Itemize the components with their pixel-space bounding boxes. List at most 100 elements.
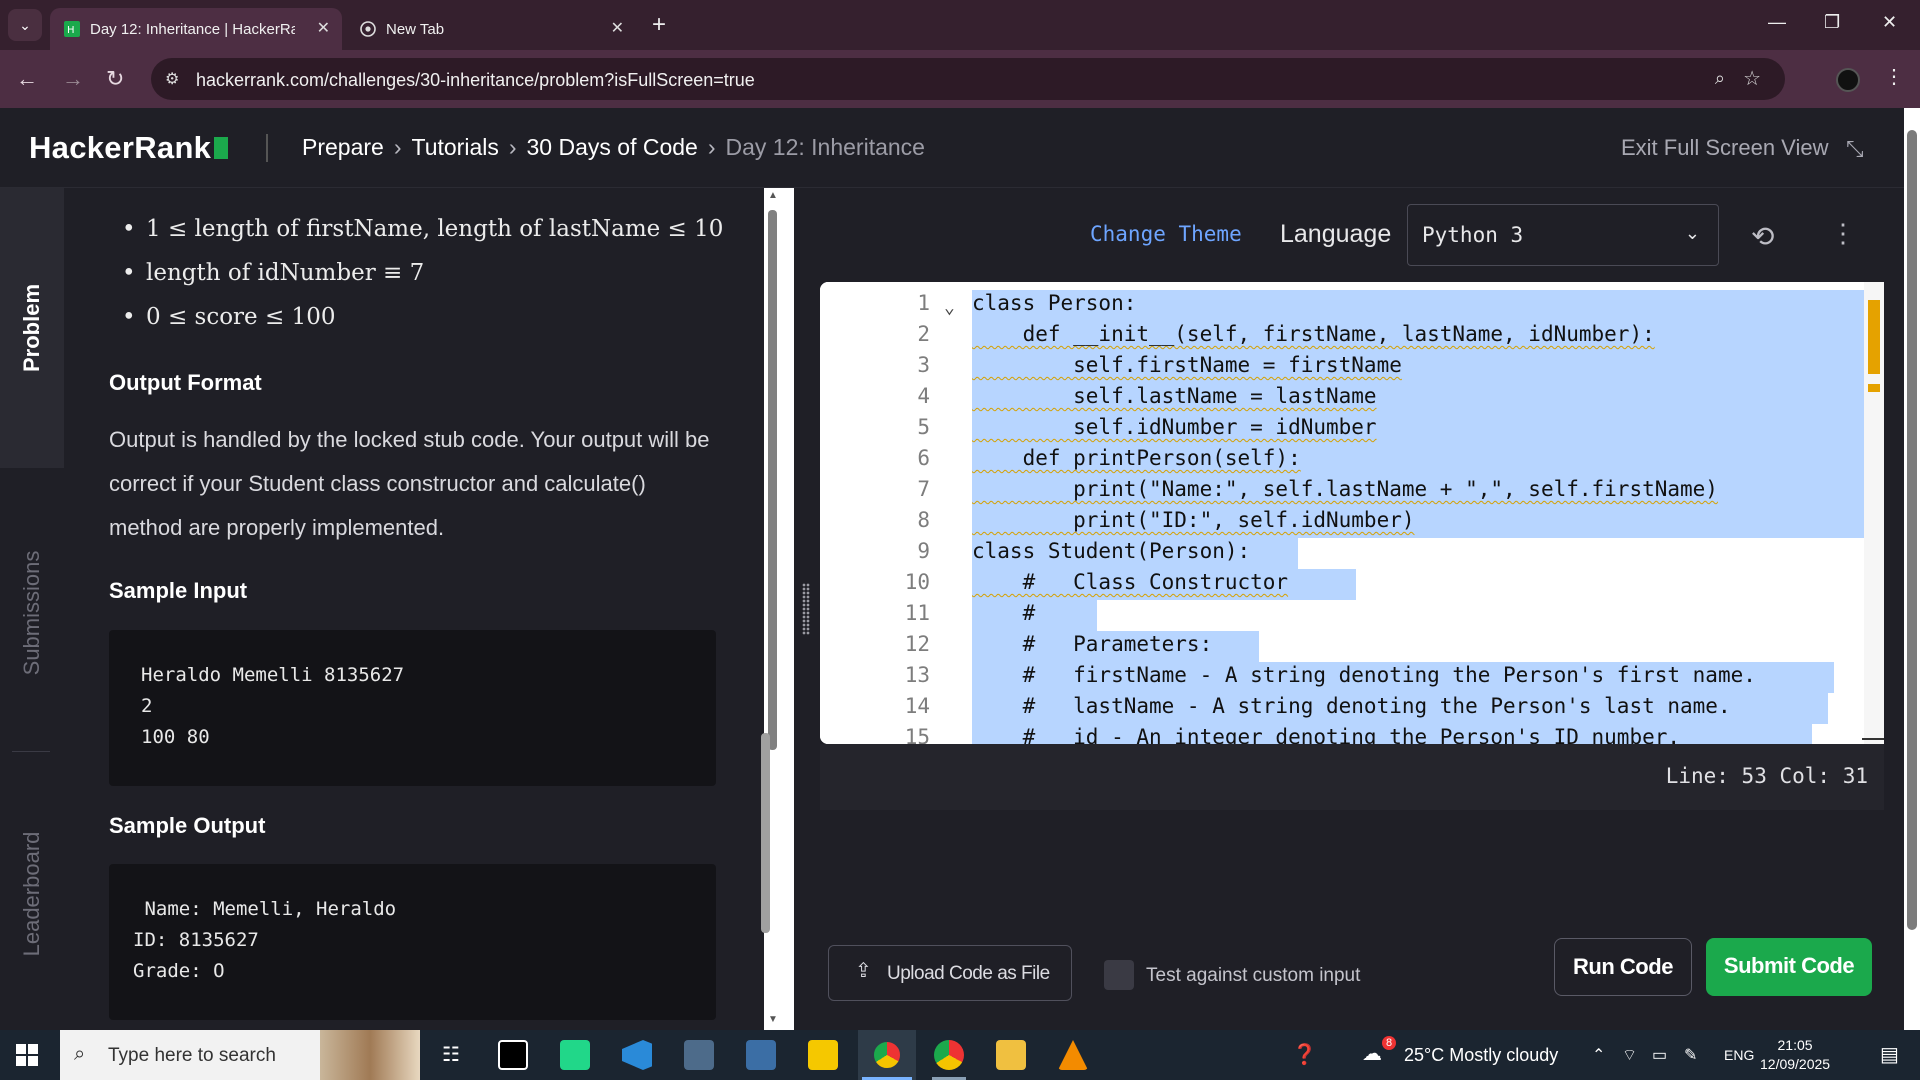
windows-start-icon[interactable]: [16, 1044, 38, 1066]
battery-icon[interactable]: ▭: [1652, 1045, 1667, 1065]
line-number: 9: [917, 539, 930, 563]
breadcrumb-30-days[interactable]: 30 Days of Code: [527, 134, 698, 160]
line-number: 10: [904, 570, 930, 594]
custom-input-checkbox[interactable]: [1104, 960, 1134, 990]
tab-submissions[interactable]: Submissions: [0, 468, 64, 758]
chevron-up-icon[interactable]: ⌃: [1592, 1045, 1605, 1065]
editor-menu-icon[interactable]: ⋮: [1830, 218, 1856, 249]
line-number: 3: [917, 353, 930, 377]
tab-search-button[interactable]: ⌄: [8, 9, 42, 41]
bookmark-star-icon[interactable]: ☆: [1743, 66, 1761, 91]
page-scrollbar[interactable]: [1904, 108, 1920, 1030]
code-line: 6 def printPerson(self):: [820, 443, 1884, 474]
browser-tab-new[interactable]: New Tab ✕: [346, 8, 636, 50]
collapse-icon[interactable]: ⤡: [1846, 136, 1864, 162]
taskbar-clock[interactable]: 21:05 12/09/2025: [1760, 1036, 1830, 1074]
sample-output-block: Name: Memelli, Heraldo ID: 8135627 Grade…: [109, 864, 716, 1020]
line-number: 2: [917, 322, 930, 346]
clock-date: 12/09/2025: [1760, 1056, 1831, 1072]
breadcrumb-current: Day 12: Inheritance: [725, 134, 925, 160]
tab-label: Problem: [19, 283, 44, 373]
close-tab-icon[interactable]: ✕: [611, 18, 624, 38]
editor-scrollbar[interactable]: [1864, 282, 1884, 744]
network-icon[interactable]: ⌔: [1622, 1045, 1637, 1065]
upload-code-button[interactable]: ⇪ Upload Code as File: [828, 945, 1072, 1001]
tab-label: Leaderboard: [19, 831, 44, 957]
language-indicator[interactable]: ENG: [1724, 1047, 1754, 1063]
restore-code-icon[interactable]: ⟲: [1751, 220, 1774, 253]
windows-taskbar: ⌕ Type here to search ☷ ❓ ☁ 8 25°C Mostl…: [0, 1030, 1920, 1080]
code-editor[interactable]: 1 ⌄ class Person: 2 def __init__(self, f…: [820, 282, 1884, 744]
task-view-icon[interactable]: ☷: [436, 1040, 466, 1070]
submit-label: Submit Code: [1723, 953, 1855, 978]
run-code-button[interactable]: Run Code: [1554, 938, 1692, 996]
line-number: 15: [904, 725, 930, 744]
intellij-icon[interactable]: [498, 1040, 528, 1070]
chrome-icon[interactable]: [934, 1040, 964, 1070]
taskbar-search[interactable]: ⌕ Type here to search: [60, 1030, 420, 1080]
code-text: # Parameters:: [972, 632, 1213, 656]
zoom-icon[interactable]: ⌕: [1715, 68, 1725, 89]
notifications-icon[interactable]: ▤: [1880, 1042, 1899, 1067]
hackerrank-logo[interactable]: HackerRank: [29, 130, 229, 166]
restore-window-icon[interactable]: ❐: [1824, 12, 1840, 33]
reload-icon[interactable]: ↻: [106, 66, 124, 92]
drag-handle-icon[interactable]: [802, 583, 810, 635]
address-bar[interactable]: ⚙ hackerrank.com/challenges/30-inheritan…: [151, 58, 1785, 100]
browser-toolbar: ← → ↻ ⚙ hackerrank.com/challenges/30-inh…: [0, 50, 1920, 108]
vscode-icon[interactable]: [622, 1040, 652, 1070]
forward-icon[interactable]: →: [62, 66, 84, 92]
panel-resizer[interactable]: [794, 188, 820, 1030]
submit-code-button[interactable]: Submit Code: [1706, 938, 1872, 996]
tab-title: Day 12: Inheritance | HackerRank: [90, 21, 295, 38]
minimize-icon[interactable]: —: [1768, 12, 1786, 33]
constraint-item: 1 ≤ length of firstName, length of lastN…: [122, 216, 723, 260]
language-select[interactable]: Python 3 ⌄: [1407, 204, 1719, 266]
change-theme-link[interactable]: Change Theme: [1090, 222, 1242, 246]
vlc-icon[interactable]: [1058, 1040, 1088, 1070]
pen-icon[interactable]: ✎: [1684, 1045, 1697, 1065]
sticky-notes-icon[interactable]: [808, 1040, 838, 1070]
chrome-icon: [360, 21, 376, 37]
inner-scroll-thumb[interactable]: [761, 733, 770, 933]
custom-input-label[interactable]: Test against custom input: [1146, 965, 1360, 987]
scroll-down-icon[interactable]: ▼: [768, 1014, 778, 1025]
weather-temp[interactable]: 25°C Mostly cloudy: [1404, 1045, 1558, 1066]
run-label: Run Code: [1573, 954, 1673, 979]
site-settings-icon[interactable]: ⚙: [165, 69, 179, 89]
problem-scroll-thumb[interactable]: [768, 210, 777, 750]
profile-avatar[interactable]: [1836, 68, 1860, 92]
sample-input-block: Heraldo Memelli 8135627 2 100 80: [109, 630, 716, 786]
file-explorer-icon[interactable]: [996, 1040, 1026, 1070]
back-icon[interactable]: ←: [16, 66, 38, 92]
problem-scrollbar[interactable]: ▲ ▼: [761, 188, 794, 1030]
exit-fullscreen-link[interactable]: Exit Full Screen View: [1621, 135, 1828, 161]
breadcrumb-prepare[interactable]: Prepare: [302, 134, 384, 160]
tab-label: Submissions: [19, 550, 44, 676]
page-scroll-thumb[interactable]: [1907, 130, 1917, 930]
tab-problem[interactable]: Problem: [0, 188, 64, 468]
pycharm-icon[interactable]: [560, 1040, 590, 1070]
code-text: # Class Constructor: [972, 570, 1289, 594]
weather-icon[interactable]: ☁: [1362, 1041, 1382, 1066]
app-icon[interactable]: [746, 1040, 776, 1070]
browser-tab-active[interactable]: H Day 12: Inheritance | HackerRank ✕: [50, 8, 342, 50]
close-window-icon[interactable]: ✕: [1882, 12, 1897, 33]
tab-title: New Tab: [386, 21, 445, 38]
weather-temp-text: 25°C: [1404, 1045, 1445, 1065]
hackerrank-icon: H: [64, 21, 80, 37]
output-format-heading: Output Format: [109, 370, 262, 395]
hackerrank-header: HackerRank Prepare › Tutorials › 30 Days of …: [0, 108, 1904, 188]
url-text: hackerrank.com/challenges/30-inheritance…: [196, 70, 755, 90]
help-icon[interactable]: ❓: [1292, 1042, 1317, 1067]
tab-leaderboard[interactable]: Leaderboard: [0, 758, 64, 1030]
close-tab-icon[interactable]: ✕: [317, 18, 330, 38]
breadcrumb-tutorials[interactable]: Tutorials: [412, 134, 499, 160]
chrome-icon[interactable]: [872, 1040, 902, 1070]
scroll-up-icon[interactable]: ▲: [768, 190, 778, 201]
sql-app-icon[interactable]: [684, 1040, 714, 1070]
search-highlight-art: [320, 1030, 420, 1080]
browser-menu-icon[interactable]: ⋮: [1884, 64, 1904, 89]
language-value: Python 3: [1422, 223, 1524, 247]
new-tab-button[interactable]: +: [652, 11, 666, 39]
